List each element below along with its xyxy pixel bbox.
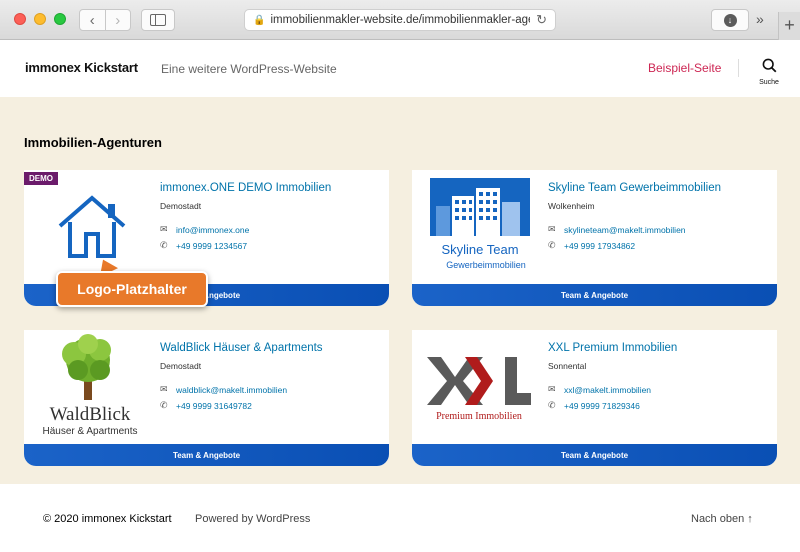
house-icon: [58, 195, 126, 258]
agency-email-row: ✉ xxl@makelt.immobilien: [548, 384, 651, 395]
agency-city: Demostadt: [160, 361, 202, 371]
agency-logo-skyline[interactable]: Skyline Team Gewerbeimmobilien: [412, 170, 548, 282]
footer-copyright: © 2020 immonex Kickstart: [43, 513, 172, 525]
history-nav: ‹ ›: [79, 9, 131, 31]
agency-card: WaldBlick Häuser & Apartments WaldBlick …: [24, 330, 389, 466]
site-description: Eine weitere WordPress-Website: [161, 62, 337, 76]
nav-link-beispiel-seite[interactable]: Beispiel-Seite: [648, 61, 721, 75]
agency-phone-link[interactable]: +49 9999 1234567: [176, 241, 247, 251]
site-header: immonex Kickstart Eine weitere WordPress…: [0, 40, 800, 97]
download-icon: ↓: [723, 13, 737, 27]
back-to-top-link[interactable]: Nach oben ↑: [691, 513, 753, 525]
agency-email-row: ✉ skylineteam@makelt.immobilien: [548, 224, 686, 235]
agency-city: Sonnental: [548, 361, 587, 371]
envelope-icon: ✉: [160, 384, 168, 394]
minimize-window-button[interactable]: [34, 13, 46, 25]
agency-phone-row: ✆ +49 9999 1234567: [160, 240, 247, 251]
sidebar-icon: [150, 14, 166, 26]
new-tab-button[interactable]: +: [778, 12, 800, 40]
skyline-logo-image: Skyline Team Gewerbeimmobilien: [426, 176, 534, 276]
search-label: Suche: [759, 79, 779, 86]
agency-email-link[interactable]: skylineteam@makelt.immobilien: [564, 225, 686, 235]
lock-icon: 🔒: [253, 14, 266, 26]
search-toggle[interactable]: Suche: [755, 58, 783, 86]
envelope-icon: ✉: [548, 384, 556, 394]
back-icon[interactable]: ‹: [80, 10, 105, 30]
agency-logo-placeholder[interactable]: [24, 170, 160, 282]
agency-name-link[interactable]: immonex.ONE DEMO Immobilien: [160, 182, 331, 194]
forward-icon[interactable]: ›: [104, 10, 131, 30]
agency-name-link[interactable]: XXL Premium Immobilien: [548, 342, 677, 354]
agency-card: Premium Immobilien XXL Premium Immobilie…: [412, 330, 777, 466]
team-offers-button[interactable]: Team & Angebote: [24, 444, 389, 466]
team-offers-button[interactable]: Team & Angebote: [412, 444, 777, 466]
header-divider: [738, 59, 739, 77]
agency-phone-row: ✆ +49 9999 31649782: [160, 400, 252, 411]
phone-icon: ✆: [160, 400, 168, 410]
agency-phone-link[interactable]: +49 9999 31649782: [176, 401, 252, 411]
xxl-logo-letters: [427, 357, 531, 405]
page-title: Immobilien-Agenturen: [24, 135, 162, 150]
overflow-chevrons-icon[interactable]: »: [756, 11, 764, 27]
agency-phone-link[interactable]: +49 999 17934862: [564, 241, 635, 251]
agency-email-row: ✉ waldblick@makelt.immobilien: [160, 384, 287, 395]
reload-icon[interactable]: ↻: [536, 12, 547, 28]
address-bar[interactable]: 🔒 immobilienmakler-website.de/immobilien…: [244, 9, 556, 31]
agency-phone-link[interactable]: +49 9999 71829346: [564, 401, 640, 411]
agency-name-link[interactable]: WaldBlick Häuser & Apartments: [160, 342, 323, 354]
agency-card: Skyline Team Gewerbeimmobilien Skyline T…: [412, 170, 777, 306]
xxl-logo-subtext: Premium Immobilien: [436, 411, 522, 421]
browser-toolbar: ‹ › 🔒 immobilienmakler-website.de/immobi…: [0, 0, 800, 40]
agency-email-row: ✉ info@immonex.one: [160, 224, 249, 235]
agency-logo-waldblick[interactable]: WaldBlick Häuser & Apartments: [24, 330, 160, 442]
agency-city: Wolkenheim: [548, 201, 595, 211]
waldblick-logo-subtext: Häuser & Apartments: [42, 426, 137, 437]
downloads-button[interactable]: ↓: [711, 9, 749, 31]
zoom-window-button[interactable]: [54, 13, 66, 25]
agency-logo-xxl[interactable]: Premium Immobilien: [412, 330, 548, 442]
agency-email-link[interactable]: xxl@makelt.immobilien: [564, 385, 651, 395]
sidebar-toggle-button[interactable]: [141, 9, 175, 31]
close-window-button[interactable]: [14, 13, 26, 25]
site-title[interactable]: immonex Kickstart: [25, 60, 138, 75]
agency-email-link[interactable]: info@immonex.one: [176, 225, 249, 235]
phone-icon: ✆: [548, 400, 556, 410]
agency-phone-row: ✆ +49 9999 71829346: [548, 400, 640, 411]
agency-name-link[interactable]: Skyline Team Gewerbeimmobilien: [548, 182, 721, 194]
waldblick-logo-text: WaldBlick: [50, 404, 131, 425]
site-footer: © 2020 immonex Kickstart Powered by Word…: [0, 484, 800, 552]
demo-badge: DEMO: [24, 172, 58, 185]
search-icon: [762, 58, 776, 73]
agency-city: Demostadt: [160, 201, 202, 211]
envelope-icon: ✉: [548, 224, 556, 234]
skyline-logo-subtext: Gewerbeimmobilien: [446, 260, 526, 270]
waldblick-logo-image: WaldBlick Häuser & Apartments: [42, 334, 138, 437]
url-text: immobilienmakler-website.de/immobilienma…: [270, 14, 530, 26]
agency-email-link[interactable]: waldblick@makelt.immobilien: [176, 385, 287, 395]
logo-placeholder-callout: Logo-Platzhalter: [56, 271, 208, 307]
xxl-logo-image: Premium Immobilien: [427, 357, 531, 421]
envelope-icon: ✉: [160, 224, 168, 234]
agency-phone-row: ✆ +49 999 17934862: [548, 240, 635, 251]
skyline-logo-text: Skyline Team: [441, 242, 518, 257]
phone-icon: ✆: [548, 240, 556, 250]
phone-icon: ✆: [160, 240, 168, 250]
team-offers-button[interactable]: Team & Angebote: [412, 284, 777, 306]
powered-by-link[interactable]: Powered by WordPress: [195, 513, 310, 525]
